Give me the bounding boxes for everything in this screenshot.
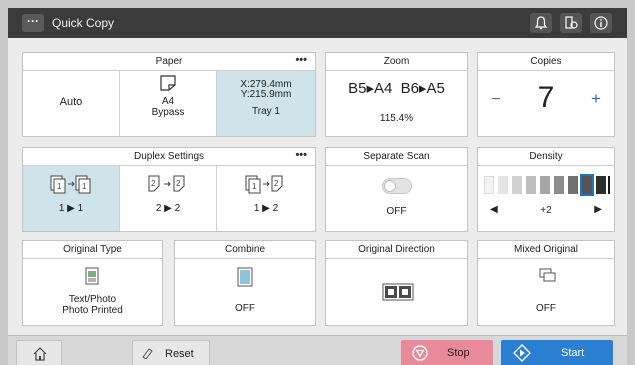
separate-scan-toggle[interactable]	[382, 178, 412, 194]
separate-scan-title: Separate Scan	[326, 148, 467, 166]
duplex-option-label: 1 ▶ 2	[253, 203, 279, 214]
reset-button[interactable]: Reset	[132, 340, 210, 365]
duplex-option-label: 2 ▶ 2	[155, 203, 181, 214]
combine-panel[interactable]: Combine OFF	[174, 240, 316, 326]
density-selected-level	[580, 174, 594, 196]
top-bar: ··· Quick Copy	[8, 8, 627, 38]
toggle-knob	[384, 180, 396, 192]
stop-label: Stop	[447, 347, 470, 359]
info-icon[interactable]	[590, 13, 612, 33]
density-scale[interactable]	[484, 174, 610, 196]
svg-text:2: 2	[176, 179, 181, 188]
duplex-option-label: 1 ▶ 1	[58, 203, 84, 214]
paper-tray-option[interactable]: X:279.4mm Y:215.9mm Tray 1	[217, 71, 315, 136]
copies-panel: Copies − 7 +	[477, 52, 615, 137]
density-increase-button[interactable]: ▶	[594, 204, 602, 215]
original-type-panel[interactable]: Original Type Text/Photo Photo Printed	[22, 240, 163, 326]
separate-scan-state: OFF	[386, 206, 407, 217]
original-direction-panel[interactable]: Original Direction	[325, 240, 468, 326]
original-direction-title: Original Direction	[326, 241, 467, 259]
paper-tray-label: Tray 1	[252, 106, 280, 117]
start-label: Start	[561, 347, 585, 359]
eraser-icon	[142, 348, 153, 359]
duplex-more-button[interactable]: •••	[295, 148, 307, 162]
copy-screen: ··· Quick Copy Paper ••• Auto A4 Bypass …	[8, 8, 627, 365]
density-panel: Density ◀ +2 ▶	[477, 147, 615, 232]
home-icon	[33, 347, 47, 361]
original-type-title: Original Type	[23, 241, 162, 259]
paper-dim-y: Y:215.9mm	[240, 89, 292, 100]
duplex-2-2-icon: 2 2	[148, 175, 185, 192]
home-button[interactable]	[16, 340, 62, 365]
original-type-line2: Photo Printed	[62, 305, 123, 316]
original-type-line1: Text/Photo	[68, 294, 117, 305]
paper-bypass-option[interactable]: A4 Bypass	[120, 71, 217, 136]
duplex-1-2-icon: 1 2	[245, 175, 283, 194]
reset-label: Reset	[165, 348, 194, 360]
start-button[interactable]: Start	[501, 340, 613, 365]
zoom-panel[interactable]: Zoom B5▸A4 B6▸A5 115.4%	[325, 52, 468, 137]
paper-source-label: Bypass	[151, 107, 185, 118]
mixed-original-title: Mixed Original	[478, 241, 614, 259]
combine-state: OFF	[235, 303, 255, 314]
paper-icon	[160, 75, 176, 91]
mixed-original-state: OFF	[536, 303, 556, 314]
zoom-title: Zoom	[326, 53, 467, 71]
menu-button[interactable]: ···	[22, 14, 44, 32]
paper-auto-label: Auto	[59, 96, 83, 108]
duplex-option-2-2[interactable]: 2 2 2 ▶ 2	[120, 166, 217, 231]
duplex-option-1-2[interactable]: 1 2 1 ▶ 2	[217, 166, 315, 231]
zoom-value: 115.4%	[379, 113, 414, 124]
device-status-icon[interactable]	[560, 13, 582, 33]
density-title: Density	[478, 148, 614, 166]
svg-text:1: 1	[82, 182, 87, 191]
paper-title: Paper	[23, 53, 315, 71]
mixed-original-icon	[539, 268, 556, 282]
app-title: Quick Copy	[52, 16, 115, 30]
svg-text:1: 1	[252, 182, 257, 191]
bell-icon[interactable]	[530, 13, 552, 33]
start-icon	[513, 344, 531, 362]
svg-text:2: 2	[274, 179, 279, 188]
copies-plus-button[interactable]: +	[586, 89, 606, 109]
copies-title: Copies	[478, 53, 614, 71]
stop-icon	[412, 345, 428, 361]
original-direction-icon	[382, 283, 414, 301]
mixed-original-panel[interactable]: Mixed Original OFF	[477, 240, 615, 326]
stop-button[interactable]: Stop	[401, 340, 493, 365]
duplex-title: Duplex Settings	[23, 148, 315, 166]
paper-panel: Paper ••• Auto A4 Bypass X:279.4mm Y:215…	[22, 52, 316, 137]
duplex-option-1-1[interactable]: 1 1 1 ▶ 1	[23, 166, 120, 231]
combine-title: Combine	[175, 241, 315, 259]
duplex-1-1-icon: 1 1	[50, 175, 91, 194]
svg-text:2: 2	[151, 179, 156, 188]
document-photo-icon	[85, 267, 99, 285]
zoom-preset-b5-a4[interactable]: B5▸A4	[348, 80, 392, 97]
combine-page-icon	[237, 267, 253, 287]
paper-size-label: A4	[161, 96, 175, 107]
zoom-preset-b6-a5[interactable]: B6▸A5	[401, 80, 445, 97]
paper-more-button[interactable]: •••	[295, 53, 307, 67]
separate-scan-panel[interactable]: Separate Scan OFF	[325, 147, 468, 232]
svg-text:1: 1	[57, 182, 62, 191]
duplex-panel: Duplex Settings ••• 1 1 1 ▶ 1 2 2 2 ▶ 2	[22, 147, 316, 232]
bottom-bar: Reset Stop Start	[8, 335, 627, 365]
paper-auto-option[interactable]: Auto	[23, 71, 120, 136]
